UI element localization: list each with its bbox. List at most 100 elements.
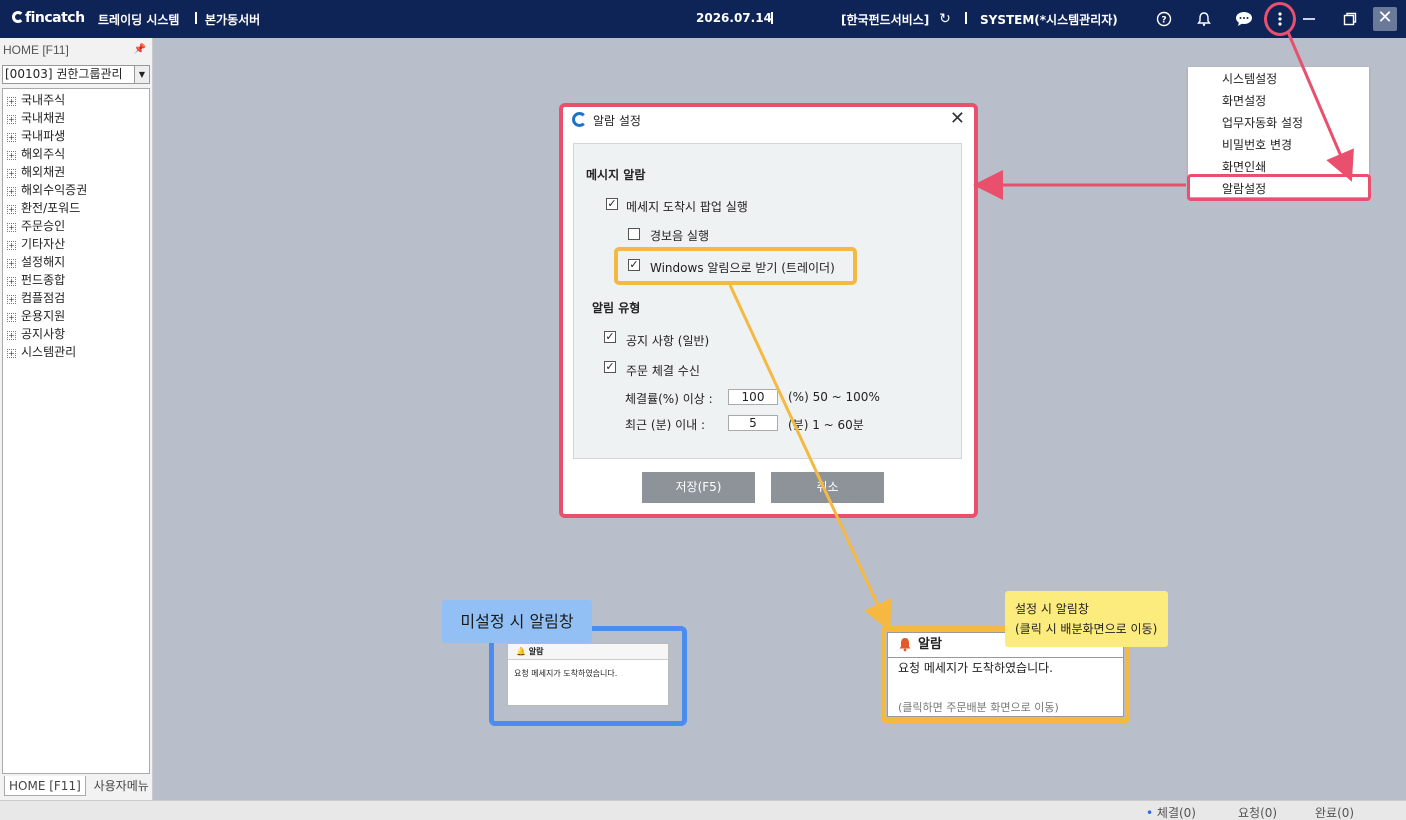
expand-icon[interactable]: +	[7, 115, 16, 124]
title-bar: fincatch 트레이딩 시스템 본가동서버 2026.07.14 [한국펀드…	[0, 0, 1406, 38]
tree-item[interactable]: + 펀드종합	[3, 271, 149, 289]
dialog-highlight	[559, 103, 978, 518]
expand-icon[interactable]: +	[7, 187, 16, 196]
menu-item-automation-settings[interactable]: 업무자동화 설정	[1222, 114, 1303, 131]
expand-icon[interactable]: +	[7, 205, 16, 214]
tree-item[interactable]: + 설정해지	[3, 253, 149, 271]
tree-item-label: 환전/포워드	[21, 201, 81, 215]
expand-icon[interactable]: +	[7, 349, 16, 358]
tree-item[interactable]: + 해외수익증권	[3, 181, 149, 199]
restore-icon[interactable]	[1340, 9, 1360, 29]
tree-item-label: 설정해지	[21, 255, 66, 269]
tab-user-menu[interactable]: 사용자메뉴	[90, 776, 153, 796]
expand-icon[interactable]: +	[7, 259, 16, 268]
help-icon[interactable]: ?	[1154, 9, 1174, 29]
company-name: [한국펀드서비스]	[841, 13, 930, 27]
tree-item-label: 운용지원	[21, 309, 66, 323]
app-logo: fincatch	[12, 10, 85, 26]
tree-item-label: 펀드종합	[21, 273, 66, 287]
menu-item-screen-settings[interactable]: 화면설정	[1222, 92, 1266, 109]
tree-item-label: 공지사항	[21, 327, 66, 341]
mini-popup-header: 🔔 알람	[508, 644, 668, 660]
tab-home[interactable]: HOME [F11]	[4, 776, 86, 796]
set-popup-label-line1: 설정 시 알림창	[1015, 602, 1089, 616]
tree-item[interactable]: + 환전/포워드	[3, 199, 149, 217]
logo-icon	[12, 11, 24, 23]
status-bar: • 체결(0) 요청(0) 완료(0)	[0, 800, 1406, 820]
menu-tree: + 국내주식 + 국내채권 + 국내파생 + 해외주식 + 해외채권 + 해외수익증권 + 환전/포워드 +…	[2, 88, 150, 774]
screen-select[interactable]: [00103] 권한그룹관리 ▼	[2, 65, 150, 84]
title-separator	[965, 12, 967, 24]
tree-item-label: 국내주식	[21, 93, 66, 107]
tree-item[interactable]: + 운용지원	[3, 307, 149, 325]
screen-select-value: [00103] 권한그룹관리	[5, 67, 123, 81]
expand-icon[interactable]: +	[7, 277, 16, 286]
tree-item[interactable]: + 컴플점검	[3, 289, 149, 307]
tree-item[interactable]: + 해외주식	[3, 145, 149, 163]
expand-icon[interactable]: +	[7, 241, 16, 250]
expand-icon[interactable]: +	[7, 133, 16, 142]
chat-icon[interactable]	[1234, 9, 1254, 29]
menu-item-print-screen[interactable]: 화면인쇄	[1222, 158, 1266, 175]
svg-text:?: ?	[1161, 16, 1166, 26]
pin-icon[interactable]: 📌	[134, 44, 146, 55]
more-menu-highlight	[1264, 2, 1296, 36]
menu-item-change-password[interactable]: 비밀번호 변경	[1222, 136, 1292, 153]
expand-icon[interactable]: +	[7, 313, 16, 322]
tree-item-label: 기타자산	[21, 237, 66, 251]
status-dot-icon: •	[1146, 806, 1154, 820]
current-date: 2026.07.14	[696, 11, 772, 25]
title-separator	[771, 12, 773, 24]
unset-alarm-popup: 🔔 알람 요청 메세지가 도착하였습니다.	[507, 643, 669, 706]
tree-item-label: 해외수익증권	[21, 183, 88, 197]
tree-item[interactable]: + 국내파생	[3, 127, 149, 145]
bell-icon[interactable]	[1194, 9, 1214, 29]
expand-icon[interactable]: +	[7, 169, 16, 178]
windows-option-highlight	[614, 247, 857, 285]
panel-tabs: HOME [F11] 사용자메뉴	[4, 776, 153, 798]
popup-message: 요청 메세지가 도착하였습니다.	[898, 661, 1053, 675]
tree-item[interactable]: + 공지사항	[3, 325, 149, 343]
title-separator	[195, 12, 197, 24]
tree-item-label: 해외주식	[21, 147, 66, 161]
logo-text: fincatch	[25, 10, 85, 26]
status-request[interactable]: 요청(0)	[1238, 804, 1277, 820]
popup-title: 알람	[918, 637, 942, 652]
alarm-settings-highlight	[1187, 174, 1371, 201]
minimize-icon[interactable]	[1299, 9, 1319, 29]
expand-icon[interactable]: +	[7, 331, 16, 340]
tree-item[interactable]: + 기타자산	[3, 235, 149, 253]
tree-item-label: 컴플점검	[21, 291, 66, 305]
chevron-down-icon[interactable]: ▼	[134, 66, 149, 83]
tree-item-label: 해외채권	[21, 165, 66, 179]
tree-item[interactable]: + 국내주식	[3, 91, 149, 109]
user-name: SYSTEM(*시스템관리자)	[980, 13, 1118, 27]
set-popup-label-line2: (클릭 시 배분화면으로 이동)	[1015, 622, 1158, 636]
tree-item-label: 국내채권	[21, 111, 66, 125]
popup-hint: (클릭하면 주문배분 화면으로 이동)	[898, 701, 1059, 714]
mini-popup-title: 알람	[528, 647, 544, 656]
tree-item-label: 국내파생	[21, 129, 66, 143]
tree-item-label: 시스템관리	[21, 345, 77, 359]
status-done[interactable]: 완료(0)	[1315, 804, 1354, 820]
close-window-button[interactable]: ✕	[1373, 7, 1397, 31]
tree-item[interactable]: + 해외채권	[3, 163, 149, 181]
bell-icon	[898, 637, 912, 652]
expand-icon[interactable]: +	[7, 223, 16, 232]
expand-icon[interactable]: +	[7, 151, 16, 160]
expand-icon[interactable]: +	[7, 97, 16, 106]
status-fill-text: 체결(0)	[1156, 806, 1196, 820]
tree-item[interactable]: + 국내채권	[3, 109, 149, 127]
close-icon: ✕	[1377, 7, 1393, 28]
tree-item[interactable]: + 주문승인	[3, 217, 149, 235]
menu-item-system-settings[interactable]: 시스템설정	[1222, 70, 1277, 87]
bell-icon: 🔔	[516, 647, 526, 656]
panel-title: HOME [F11]	[3, 43, 69, 57]
left-navigation-panel: HOME [F11] 📌 [00103] 권한그룹관리 ▼ + 국내주식 + 국내채권…	[0, 38, 153, 800]
status-fill[interactable]: • 체결(0)	[1146, 804, 1196, 820]
refresh-icon[interactable]: ↻	[935, 9, 955, 29]
app-name: 트레이딩 시스템	[98, 13, 180, 27]
mini-popup-message: 요청 메세지가 도착하였습니다.	[514, 669, 618, 678]
tree-item[interactable]: + 시스템관리	[3, 343, 149, 361]
expand-icon[interactable]: +	[7, 295, 16, 304]
